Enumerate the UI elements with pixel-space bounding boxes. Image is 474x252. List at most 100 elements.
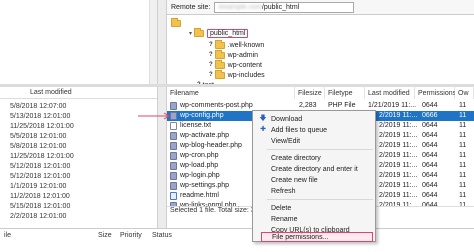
remote-site-label: Remote site: [171, 3, 211, 11]
file-owner: 11 [459, 172, 467, 179]
list-item[interactable]: 5/8/2018 12:01:00 [0, 141, 157, 151]
file-modified: 1/21/2019 11:... [368, 102, 417, 109]
list-item[interactable]: 5/12/2018 12:01:00 [0, 161, 157, 171]
file-name: license.txt [180, 122, 212, 129]
menu-item-rename[interactable]: Rename [253, 214, 375, 224]
file-name: wp-activate.php [180, 132, 230, 139]
menu-item-file-permissions[interactable]: File permissions... [261, 232, 373, 242]
remote-tree-pane[interactable]: ▾ public_html ? .well-known ? wp-admin ?… [167, 15, 474, 89]
file-name: wp-cron.php [180, 152, 219, 159]
chevron-down-icon[interactable]: ▾ [189, 30, 192, 37]
php-file-icon [170, 152, 177, 160]
unknown-icon: ? [209, 72, 213, 78]
menu-item-label: Create directory and enter it [271, 165, 358, 173]
folder-icon [214, 59, 225, 69]
file-permissions: 0644 [422, 162, 438, 169]
list-item[interactable]: 5/12/2018 12:01:00 [0, 171, 157, 181]
tree-item-wp-includes[interactable]: ? wp-includes [209, 69, 265, 80]
menu-item-create-file[interactable]: Create new file [253, 175, 375, 185]
list-item-date: 2/2/2018 12:01:00 [10, 212, 67, 220]
remote-site-bar: Remote site: /example.com /public_html [167, 0, 474, 15]
file-owner: 11 [459, 192, 467, 199]
list-item-date: 11/25/2018 12:01:00 [10, 152, 74, 160]
file-modified: 2/2019 11:... [379, 182, 418, 189]
file-permissions: 0644 [422, 142, 438, 149]
file-name: wp-load.php [180, 162, 219, 169]
remote-path-suffix: /public_html [261, 3, 300, 11]
file-size: 2,283 [299, 102, 317, 109]
php-file-icon [170, 142, 177, 150]
tree-item-label: wp-content [227, 61, 262, 69]
file-owner: 11 [459, 122, 467, 129]
tree-item-label-highlighted: public_html [207, 28, 249, 38]
menu-item-add-to-queue[interactable]: ✚ Add files to queue [253, 125, 375, 135]
file-owner: 11 [459, 142, 467, 149]
queue-column-file[interactable]: ile [4, 232, 11, 239]
file-permissions: 0666 [422, 112, 438, 119]
menu-item-label: File permissions... [272, 233, 329, 241]
remote-path-input[interactable]: /example.com /public_html [214, 1, 355, 13]
tree-item-wp-content[interactable]: ? wp-content [209, 59, 262, 70]
tree-item-well-known[interactable]: ? .well-known [209, 39, 265, 50]
file-owner: 11 [459, 152, 467, 159]
list-item[interactable]: 1/1/2019 12:01:00 [0, 181, 157, 191]
list-item-date: 5/8/2018 12:07:00 [10, 102, 67, 110]
column-header-last-modified[interactable]: Last modified [365, 87, 415, 99]
list-item-date: 5/12/2018 12:01:00 [10, 172, 71, 180]
menu-item-label: Refresh [271, 187, 296, 195]
add-to-queue-icon: ✚ [260, 126, 266, 133]
list-item-date: 11/2/2018 12:01:00 [10, 192, 70, 200]
file-modified: 2/2019 11:... [379, 112, 418, 119]
file-modified: 2/2019 11:... [379, 162, 418, 169]
column-header-filesize[interactable]: Filesize [295, 87, 325, 99]
list-item[interactable]: 11/25/2018 12:01:00 [0, 121, 157, 131]
file-owner: 11 [459, 132, 467, 139]
local-tree-scrollbar[interactable] [149, 0, 157, 84]
file-owner: 11 [459, 102, 467, 109]
file-name: wp-login.php [180, 172, 220, 179]
folder-icon [194, 27, 205, 37]
list-item[interactable]: 5/8/2018 12:07:00 [0, 101, 157, 111]
menu-item-create-directory[interactable]: Create directory [253, 153, 375, 163]
tree-item-label: wp-admin [227, 51, 259, 59]
column-header-filetype[interactable]: Filetype [325, 87, 365, 99]
column-header-label: Filesize [298, 89, 322, 97]
tree-item-public-html[interactable]: ▾ public_html [189, 27, 249, 38]
list-item[interactable]: 11/25/2018 12:01:00 [0, 151, 157, 161]
local-file-list[interactable]: Last modified 5/8/2018 12:07:00 5/13/201… [0, 87, 157, 228]
file-permissions: 0644 [422, 182, 438, 189]
list-item[interactable]: 5/15/2018 12:01:00 [0, 201, 157, 211]
menu-item-label: Delete [271, 204, 292, 212]
list-item[interactable]: 5/5/2018 12:01:00 [0, 131, 157, 141]
tree-parent-row [171, 17, 184, 28]
menu-item-create-directory-enter[interactable]: Create directory and enter it [253, 164, 375, 174]
text-file-icon [170, 122, 177, 130]
menu-item-download[interactable]: 🡇 Download [253, 114, 375, 124]
pane-splitter-vertical[interactable] [157, 0, 167, 252]
html-file-icon [170, 192, 177, 200]
list-item[interactable]: 5/13/2018 12:01:00 [0, 111, 157, 121]
menu-item-delete[interactable]: Delete [253, 203, 375, 213]
menu-item-refresh[interactable]: Refresh [253, 186, 375, 196]
tree-item-label: .well-known [227, 41, 265, 49]
folder-icon [214, 49, 225, 59]
tree-item-wp-admin[interactable]: ? wp-admin [209, 49, 259, 60]
column-header-permissions[interactable]: Permissions [415, 87, 456, 99]
column-header-filename[interactable]: Filename [167, 87, 295, 99]
file-type: PHP File [328, 102, 356, 109]
php-file-icon [170, 162, 177, 170]
queue-column-status[interactable]: Status [152, 232, 172, 239]
local-tree-pane[interactable] [0, 0, 157, 84]
column-header-owner[interactable]: Ow [455, 87, 474, 99]
column-header-last-modified[interactable]: Last modified [0, 87, 157, 99]
list-item-date: 5/8/2018 12:01:00 [10, 142, 67, 150]
menu-item-view-edit[interactable]: View/Edit [253, 136, 375, 146]
file-owner: 11 [459, 182, 467, 189]
file-name: readme.html [180, 192, 219, 199]
queue-column-size[interactable]: Size [98, 232, 112, 239]
list-item-date: 5/5/2018 12:01:00 [10, 132, 67, 140]
list-item[interactable]: 11/2/2018 12:01:00 [0, 191, 157, 201]
list-item[interactable]: 2/2/2018 12:01:00 [0, 211, 157, 221]
queue-column-priority[interactable]: Priority [120, 232, 142, 239]
list-item-date: 5/12/2018 12:01:00 [10, 162, 71, 170]
